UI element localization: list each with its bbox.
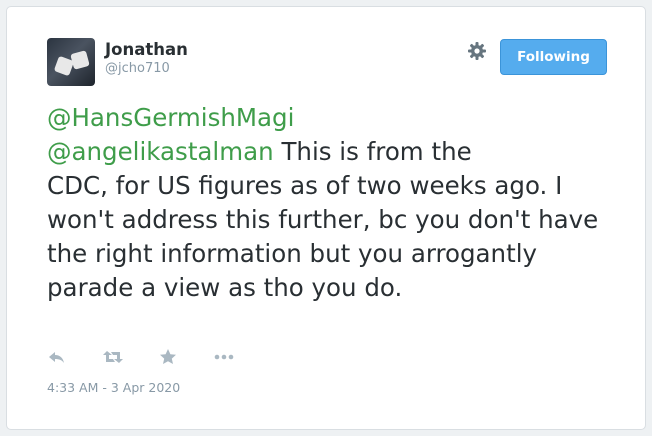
more-icon[interactable] bbox=[213, 347, 235, 367]
dice-graphic bbox=[70, 50, 90, 70]
tweet-timestamp[interactable]: 4:33 AM - 3 Apr 2020 bbox=[47, 380, 180, 395]
display-name[interactable]: Jonathan bbox=[105, 40, 188, 59]
mention-link[interactable]: @HansGermishMagi bbox=[47, 103, 294, 132]
retweet-icon[interactable] bbox=[102, 347, 124, 367]
mention-link[interactable]: @angelikastalman bbox=[47, 137, 274, 166]
following-button[interactable]: Following bbox=[500, 39, 607, 75]
favorite-icon[interactable] bbox=[158, 347, 180, 367]
gear-icon[interactable] bbox=[467, 41, 487, 61]
tweet-body: CDC, for US figures as of two weeks ago.… bbox=[47, 171, 599, 302]
tweet-body-line: This is from the bbox=[273, 137, 472, 166]
reply-icon[interactable] bbox=[47, 347, 69, 367]
user-handle[interactable]: @jcho710 bbox=[105, 61, 170, 76]
tweet-card: Jonathan @jcho710 Following @HansGermish… bbox=[6, 6, 646, 430]
tweet-text: @HansGermishMagi @angelikastalman This i… bbox=[47, 101, 607, 305]
avatar[interactable] bbox=[47, 38, 95, 86]
